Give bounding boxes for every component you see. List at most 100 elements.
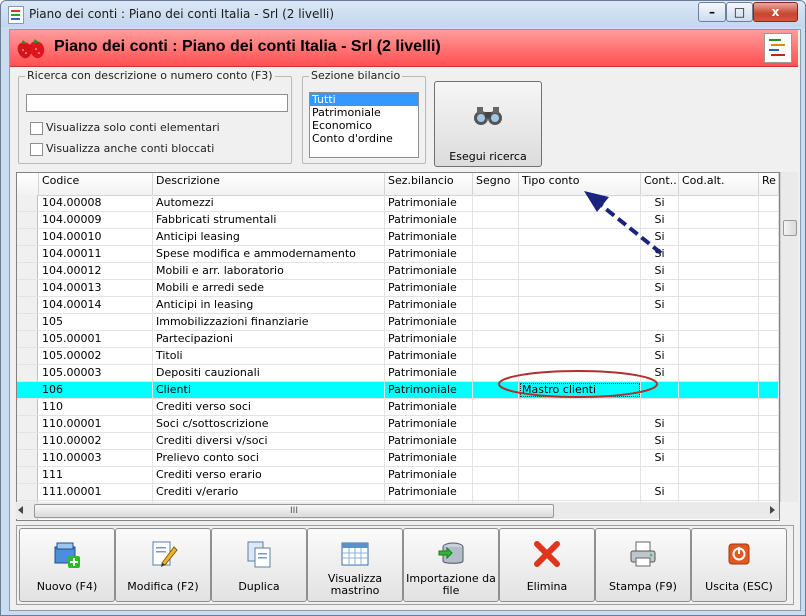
cell-tipo-conto[interactable] bbox=[519, 195, 641, 211]
cell-descrizione[interactable]: Depositi cauzionali bbox=[153, 365, 385, 381]
cell-descrizione[interactable]: Anticipi leasing bbox=[153, 229, 385, 245]
cell-sez-bilancio[interactable]: Patrimoniale bbox=[385, 382, 473, 398]
cell-cont[interactable]: Si bbox=[641, 331, 679, 347]
cell-cont[interactable]: Si bbox=[641, 297, 679, 313]
cell-re[interactable] bbox=[759, 314, 779, 330]
cell-re[interactable] bbox=[759, 297, 779, 313]
vertical-scrollbar[interactable] bbox=[780, 172, 798, 502]
cell-sez-bilancio[interactable]: Patrimoniale bbox=[385, 246, 473, 262]
cell-cod-alt[interactable] bbox=[679, 263, 759, 279]
cell-segno[interactable] bbox=[473, 484, 519, 500]
cell-codice[interactable]: 104.00008 bbox=[39, 195, 153, 211]
column-header-cod-alt[interactable]: Cod.alt. bbox=[679, 173, 759, 195]
cell-segno[interactable] bbox=[473, 229, 519, 245]
cell-cont[interactable]: Si bbox=[641, 348, 679, 364]
table-row[interactable]: 104.00013 Mobili e arredi sede Patrimonial… bbox=[17, 280, 779, 297]
cell-codice[interactable]: 104.00010 bbox=[39, 229, 153, 245]
cell-tipo-conto[interactable] bbox=[519, 416, 641, 432]
cell-segno[interactable] bbox=[473, 246, 519, 262]
cell-descrizione[interactable]: Crediti v/erario bbox=[153, 484, 385, 500]
cell-cod-alt[interactable] bbox=[679, 348, 759, 364]
cell-tipo-conto[interactable] bbox=[519, 365, 641, 381]
cell-descrizione[interactable]: Fabbricati strumentali bbox=[153, 212, 385, 228]
cell-re[interactable] bbox=[759, 416, 779, 432]
column-header-descrizione[interactable]: Descrizione bbox=[153, 173, 385, 195]
cell-segno[interactable] bbox=[473, 467, 519, 483]
cell-re[interactable] bbox=[759, 433, 779, 449]
cell-cod-alt[interactable] bbox=[679, 212, 759, 228]
cell-sez-bilancio[interactable]: Patrimoniale bbox=[385, 195, 473, 211]
cell-descrizione[interactable]: Partecipazioni bbox=[153, 331, 385, 347]
cell-cod-alt[interactable] bbox=[679, 229, 759, 245]
cell-cont[interactable] bbox=[641, 467, 679, 483]
edit-button[interactable]: Modifica (F2) bbox=[115, 528, 211, 602]
scroll-left-icon[interactable] bbox=[18, 506, 23, 514]
cell-tipo-conto[interactable] bbox=[519, 399, 641, 415]
cell-cont[interactable]: Si bbox=[641, 263, 679, 279]
column-header-codice[interactable]: Codice bbox=[39, 173, 153, 195]
cell-sez-bilancio[interactable]: Patrimoniale bbox=[385, 450, 473, 466]
table-row[interactable]: 110.00002 Crediti diversi v/soci Patrimoni… bbox=[17, 433, 779, 450]
cell-re[interactable] bbox=[759, 229, 779, 245]
cell-descrizione[interactable]: Crediti diversi v/soci bbox=[153, 433, 385, 449]
cell-cod-alt[interactable] bbox=[679, 416, 759, 432]
cell-tipo-conto[interactable] bbox=[519, 484, 641, 500]
cell-codice[interactable]: 104.00014 bbox=[39, 297, 153, 313]
maximize-button[interactable]: □ bbox=[726, 2, 753, 22]
cell-sez-bilancio[interactable]: Patrimoniale bbox=[385, 348, 473, 364]
cell-codice[interactable]: 111 bbox=[39, 467, 153, 483]
table-row[interactable]: 105 Immobilizzazioni finanziarie Patrimoni… bbox=[17, 314, 779, 331]
close-button[interactable]: x bbox=[753, 2, 798, 22]
cell-sez-bilancio[interactable]: Patrimoniale bbox=[385, 297, 473, 313]
cell-re[interactable] bbox=[759, 484, 779, 500]
table-row[interactable]: 104.00014 Anticipi in leasing Patrimoniale… bbox=[17, 297, 779, 314]
cell-cod-alt[interactable] bbox=[679, 195, 759, 211]
cell-re[interactable] bbox=[759, 246, 779, 262]
cell-segno[interactable] bbox=[473, 263, 519, 279]
table-row[interactable]: 104.00010 Anticipi leasing Patrimoniale Si bbox=[17, 229, 779, 246]
cell-codice[interactable]: 104.00013 bbox=[39, 280, 153, 296]
cell-descrizione[interactable]: Immobilizzazioni finanziarie bbox=[153, 314, 385, 330]
cell-re[interactable] bbox=[759, 399, 779, 415]
cell-codice[interactable]: 110 bbox=[39, 399, 153, 415]
cell-cont[interactable]: Si bbox=[641, 280, 679, 296]
search-button[interactable]: Esegui ricerca bbox=[434, 81, 542, 167]
cell-sez-bilancio[interactable]: Patrimoniale bbox=[385, 467, 473, 483]
cell-sez-bilancio[interactable]: Patrimoniale bbox=[385, 399, 473, 415]
sezione-option-patrimoniale[interactable]: Patrimoniale bbox=[310, 106, 418, 119]
cell-codice[interactable]: 105 bbox=[39, 314, 153, 330]
cell-tipo-conto[interactable] bbox=[519, 331, 641, 347]
cell-cont[interactable]: Si bbox=[641, 484, 679, 500]
cell-cod-alt[interactable] bbox=[679, 433, 759, 449]
cell-re[interactable] bbox=[759, 450, 779, 466]
cell-sez-bilancio[interactable]: Patrimoniale bbox=[385, 365, 473, 381]
cell-segno[interactable] bbox=[473, 314, 519, 330]
cell-re[interactable] bbox=[759, 212, 779, 228]
cell-descrizione[interactable]: Automezzi bbox=[153, 195, 385, 211]
cell-tipo-conto[interactable] bbox=[519, 212, 641, 228]
cell-codice[interactable]: 104.00011 bbox=[39, 246, 153, 262]
cell-cod-alt[interactable] bbox=[679, 399, 759, 415]
cell-tipo-conto[interactable] bbox=[519, 450, 641, 466]
horizontal-scroll-thumb[interactable]: III bbox=[34, 504, 554, 518]
cell-tipo-conto[interactable] bbox=[519, 433, 641, 449]
cell-tipo-conto[interactable] bbox=[519, 229, 641, 245]
cell-sez-bilancio[interactable]: Patrimoniale bbox=[385, 280, 473, 296]
delete-button[interactable]: Elimina bbox=[499, 528, 595, 602]
table-row[interactable]: 104.00012 Mobili e arr. laboratorio Patrim… bbox=[17, 263, 779, 280]
cell-segno[interactable] bbox=[473, 348, 519, 364]
cell-segno[interactable] bbox=[473, 297, 519, 313]
cell-segno[interactable] bbox=[473, 280, 519, 296]
cell-segno[interactable] bbox=[473, 212, 519, 228]
cell-tipo-conto[interactable] bbox=[519, 297, 641, 313]
cell-segno[interactable] bbox=[473, 331, 519, 347]
column-header-sez-bilancio[interactable]: Sez.bilancio bbox=[385, 173, 473, 195]
column-header-re[interactable]: Re bbox=[759, 173, 779, 195]
cell-re[interactable] bbox=[759, 263, 779, 279]
cell-descrizione[interactable]: Clienti bbox=[153, 382, 385, 398]
only-elementary-checkbox[interactable] bbox=[30, 122, 43, 135]
cell-tipo-conto[interactable] bbox=[519, 280, 641, 296]
table-row[interactable]: 104.00011 Spese modifica e ammodernamento… bbox=[17, 246, 779, 263]
cell-cont[interactable] bbox=[641, 382, 679, 398]
cell-codice[interactable]: 104.00012 bbox=[39, 263, 153, 279]
